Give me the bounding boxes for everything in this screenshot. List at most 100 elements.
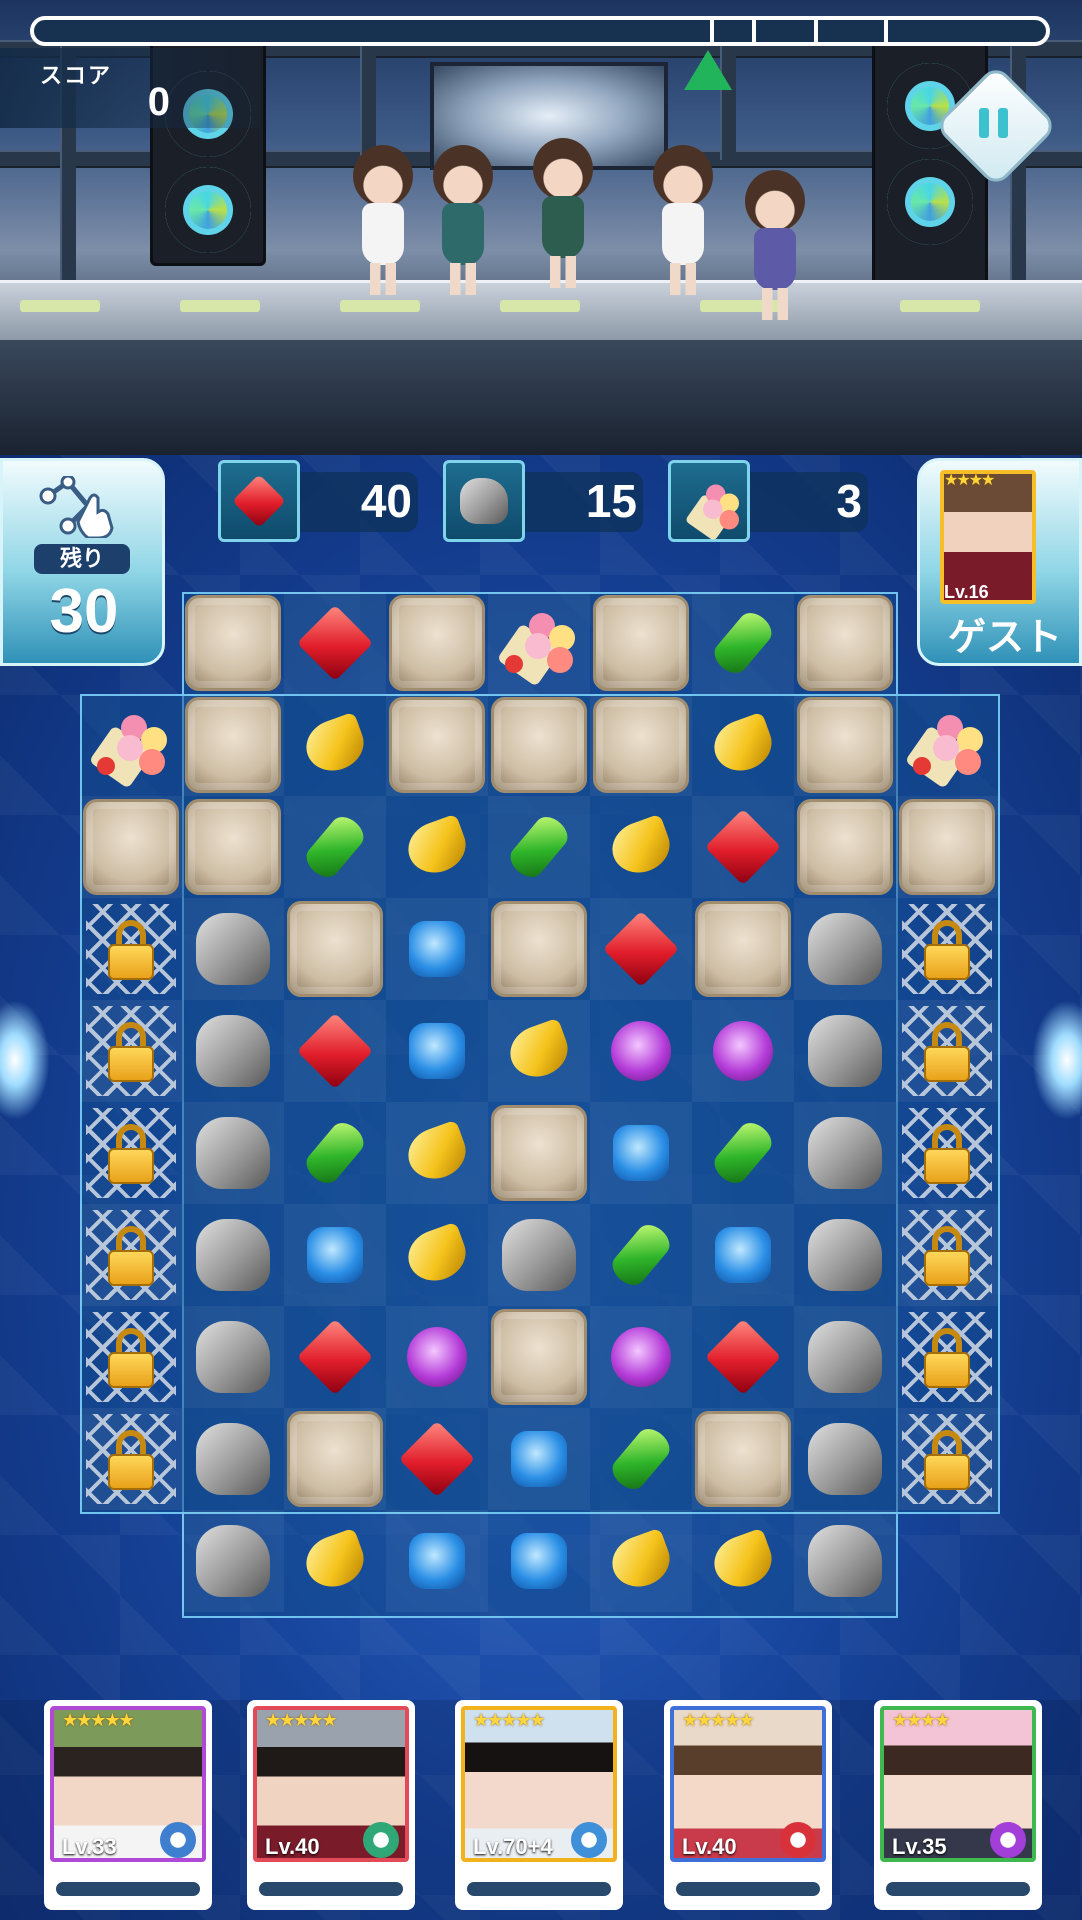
board-cell[interactable] bbox=[386, 898, 488, 1000]
board-cell[interactable] bbox=[182, 1510, 284, 1612]
board-cell[interactable] bbox=[590, 1510, 692, 1612]
board-cell[interactable] bbox=[182, 592, 284, 694]
board-cell[interactable] bbox=[284, 1102, 386, 1204]
board-cell[interactable] bbox=[590, 1408, 692, 1510]
board-cell[interactable] bbox=[284, 1510, 386, 1612]
board-cell[interactable] bbox=[80, 1000, 182, 1102]
board-cell[interactable] bbox=[182, 1102, 284, 1204]
board-cell[interactable] bbox=[896, 1204, 998, 1306]
chain-lock-icon bbox=[86, 1210, 176, 1300]
stone-block bbox=[593, 595, 689, 691]
board-cell[interactable] bbox=[182, 694, 284, 796]
board-cell[interactable] bbox=[896, 1000, 998, 1102]
board-cell[interactable] bbox=[488, 796, 590, 898]
board-cell[interactable] bbox=[794, 1102, 896, 1204]
board-cell[interactable] bbox=[692, 1102, 794, 1204]
board-cell[interactable] bbox=[284, 1204, 386, 1306]
board-cell[interactable] bbox=[386, 796, 488, 898]
board-cell[interactable] bbox=[590, 1306, 692, 1408]
board-cell[interactable] bbox=[386, 1306, 488, 1408]
board-cell[interactable] bbox=[488, 1204, 590, 1306]
board-cell[interactable] bbox=[794, 898, 896, 1000]
board-cell[interactable] bbox=[284, 1000, 386, 1102]
board-cell[interactable] bbox=[386, 1510, 488, 1612]
board-cell[interactable] bbox=[386, 1000, 488, 1102]
blue-gem-icon bbox=[613, 1125, 669, 1181]
board-cell[interactable] bbox=[386, 1408, 488, 1510]
rarity-stars: ★★★★ bbox=[892, 1710, 951, 1730]
board-cell[interactable] bbox=[182, 1306, 284, 1408]
board-cell[interactable] bbox=[80, 1408, 182, 1510]
board-cell[interactable] bbox=[488, 694, 590, 796]
board-cell[interactable] bbox=[488, 898, 590, 1000]
board-cell[interactable] bbox=[80, 1102, 182, 1204]
member-card[interactable]: ★★★★ Lv.35 bbox=[874, 1700, 1042, 1910]
board-cell[interactable] bbox=[386, 592, 488, 694]
board-cell[interactable] bbox=[284, 1306, 386, 1408]
board-cell[interactable] bbox=[896, 1102, 998, 1204]
member-card[interactable]: ★★★★★ Lv.33 bbox=[44, 1700, 212, 1910]
board-cell[interactable] bbox=[692, 1204, 794, 1306]
board-cell[interactable] bbox=[284, 796, 386, 898]
board-cell[interactable] bbox=[80, 898, 182, 1000]
board-cell[interactable] bbox=[488, 1510, 590, 1612]
board-cell[interactable] bbox=[590, 1204, 692, 1306]
board-cell[interactable] bbox=[692, 592, 794, 694]
board-cell[interactable] bbox=[794, 1204, 896, 1306]
board-cell[interactable] bbox=[488, 1102, 590, 1204]
board-cell[interactable] bbox=[182, 1408, 284, 1510]
board-cell[interactable] bbox=[896, 796, 998, 898]
member-portrait: ★★★★★ Lv.70+4 bbox=[461, 1706, 617, 1862]
board-cell[interactable] bbox=[692, 694, 794, 796]
board-cell[interactable] bbox=[386, 1204, 488, 1306]
board-cell[interactable] bbox=[692, 898, 794, 1000]
board-cell[interactable] bbox=[794, 1306, 896, 1408]
board-cell[interactable] bbox=[794, 1510, 896, 1612]
member-card[interactable]: ★★★★★ Lv.40 bbox=[247, 1700, 415, 1910]
board-cell[interactable] bbox=[590, 694, 692, 796]
board-cell[interactable] bbox=[488, 1306, 590, 1408]
board-cell[interactable] bbox=[182, 1000, 284, 1102]
board-cell[interactable] bbox=[182, 1204, 284, 1306]
board-cell[interactable] bbox=[590, 1102, 692, 1204]
board-cell[interactable] bbox=[488, 592, 590, 694]
stone-block bbox=[389, 595, 485, 691]
member-card[interactable]: ★★★★★ Lv.70+4 bbox=[455, 1700, 623, 1910]
board-cell[interactable] bbox=[284, 898, 386, 1000]
board-cell[interactable] bbox=[590, 898, 692, 1000]
board-cell[interactable] bbox=[692, 1408, 794, 1510]
board-cell[interactable] bbox=[80, 1306, 182, 1408]
pause-icon[interactable] bbox=[970, 100, 1016, 146]
board-cell[interactable] bbox=[794, 1408, 896, 1510]
board-cell[interactable] bbox=[896, 1306, 998, 1408]
board-cell[interactable] bbox=[386, 694, 488, 796]
board-cell[interactable] bbox=[896, 1408, 998, 1510]
board-cell[interactable] bbox=[896, 898, 998, 1000]
board-cell[interactable] bbox=[386, 1102, 488, 1204]
board-cell[interactable] bbox=[590, 592, 692, 694]
board-cell[interactable] bbox=[80, 694, 182, 796]
board-cell[interactable] bbox=[794, 694, 896, 796]
board-cell[interactable] bbox=[590, 1000, 692, 1102]
member-card[interactable]: ★★★★★ Lv.40 bbox=[664, 1700, 832, 1910]
board-cell[interactable] bbox=[284, 694, 386, 796]
board-cell[interactable] bbox=[80, 796, 182, 898]
member-portrait: ★★★★★ Lv.33 bbox=[50, 1706, 206, 1862]
board-cell[interactable] bbox=[182, 796, 284, 898]
board-cell[interactable] bbox=[794, 1000, 896, 1102]
board-cell[interactable] bbox=[794, 796, 896, 898]
board-cell[interactable] bbox=[488, 1408, 590, 1510]
board-cell[interactable] bbox=[182, 898, 284, 1000]
board-cell[interactable] bbox=[692, 1306, 794, 1408]
red-gem-icon bbox=[296, 1318, 374, 1396]
board-cell[interactable] bbox=[794, 592, 896, 694]
board-cell[interactable] bbox=[896, 694, 998, 796]
board-cell[interactable] bbox=[590, 796, 692, 898]
board-cell[interactable] bbox=[80, 1204, 182, 1306]
board-cell[interactable] bbox=[692, 1510, 794, 1612]
board-cell[interactable] bbox=[284, 1408, 386, 1510]
board-cell[interactable] bbox=[692, 796, 794, 898]
board-cell[interactable] bbox=[692, 1000, 794, 1102]
board-cell[interactable] bbox=[284, 592, 386, 694]
board-cell[interactable] bbox=[488, 1000, 590, 1102]
